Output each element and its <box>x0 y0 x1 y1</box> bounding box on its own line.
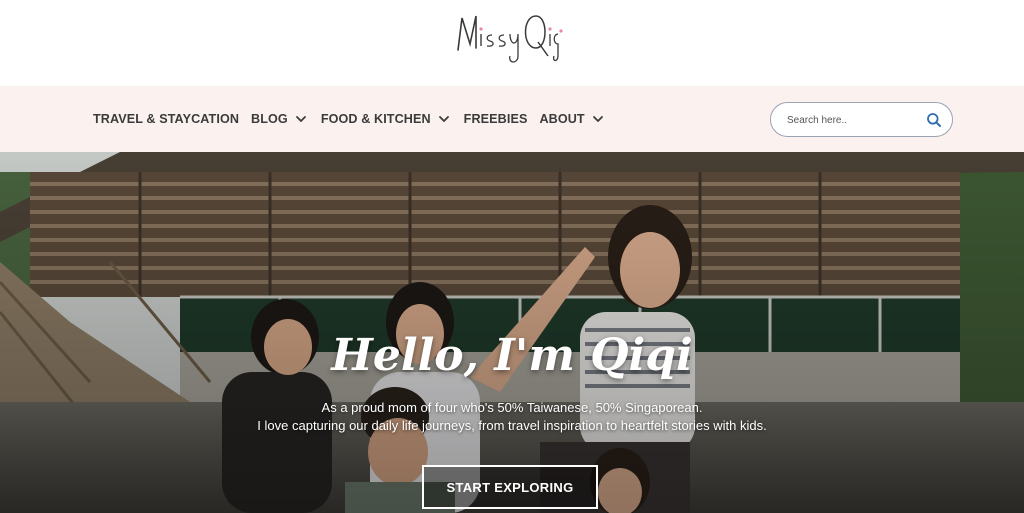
search-input[interactable] <box>787 111 917 129</box>
site-logo[interactable] <box>452 4 564 74</box>
chevron-down-icon[interactable] <box>592 114 604 124</box>
start-exploring-button[interactable]: START EXPLORING <box>422 465 598 509</box>
chevron-down-icon[interactable] <box>438 114 450 124</box>
missyqiqi-logo-icon <box>457 15 563 63</box>
nav-item-label: FREEBIES <box>463 112 528 126</box>
nav-item-label: BLOG <box>251 112 288 126</box>
nav-item-label: ABOUT <box>539 112 585 126</box>
hero-title: Hello, I'm Qiqi <box>331 330 693 381</box>
hero-banner: Hello, I'm Qiqi As a proud mom of four w… <box>0 152 1024 513</box>
nav-item-travel[interactable]: TRAVEL & STAYCATION <box>93 112 239 126</box>
nav-item-about[interactable]: ABOUT <box>539 112 605 126</box>
chevron-down-icon[interactable] <box>295 114 307 124</box>
hero-subtitle-line-2: I love capturing our daily life journeys… <box>257 418 767 433</box>
nav-item-label: TRAVEL & STAYCATION <box>93 112 240 126</box>
search-icon[interactable] <box>926 112 942 128</box>
site-header <box>0 0 1024 86</box>
nav-item-food-kitchen[interactable]: FOOD & KITCHEN <box>321 112 452 126</box>
nav-item-freebies[interactable]: FREEBIES <box>464 112 528 126</box>
main-menu: TRAVEL & STAYCATION BLOG FOOD & KITCHEN … <box>93 86 618 152</box>
hero-subtitle-line-1: As a proud mom of four who's 50% Taiwane… <box>321 400 703 415</box>
search-box <box>770 102 953 137</box>
nav-item-label: FOOD & KITCHEN <box>320 112 431 126</box>
nav-item-blog[interactable]: BLOG <box>251 112 309 126</box>
